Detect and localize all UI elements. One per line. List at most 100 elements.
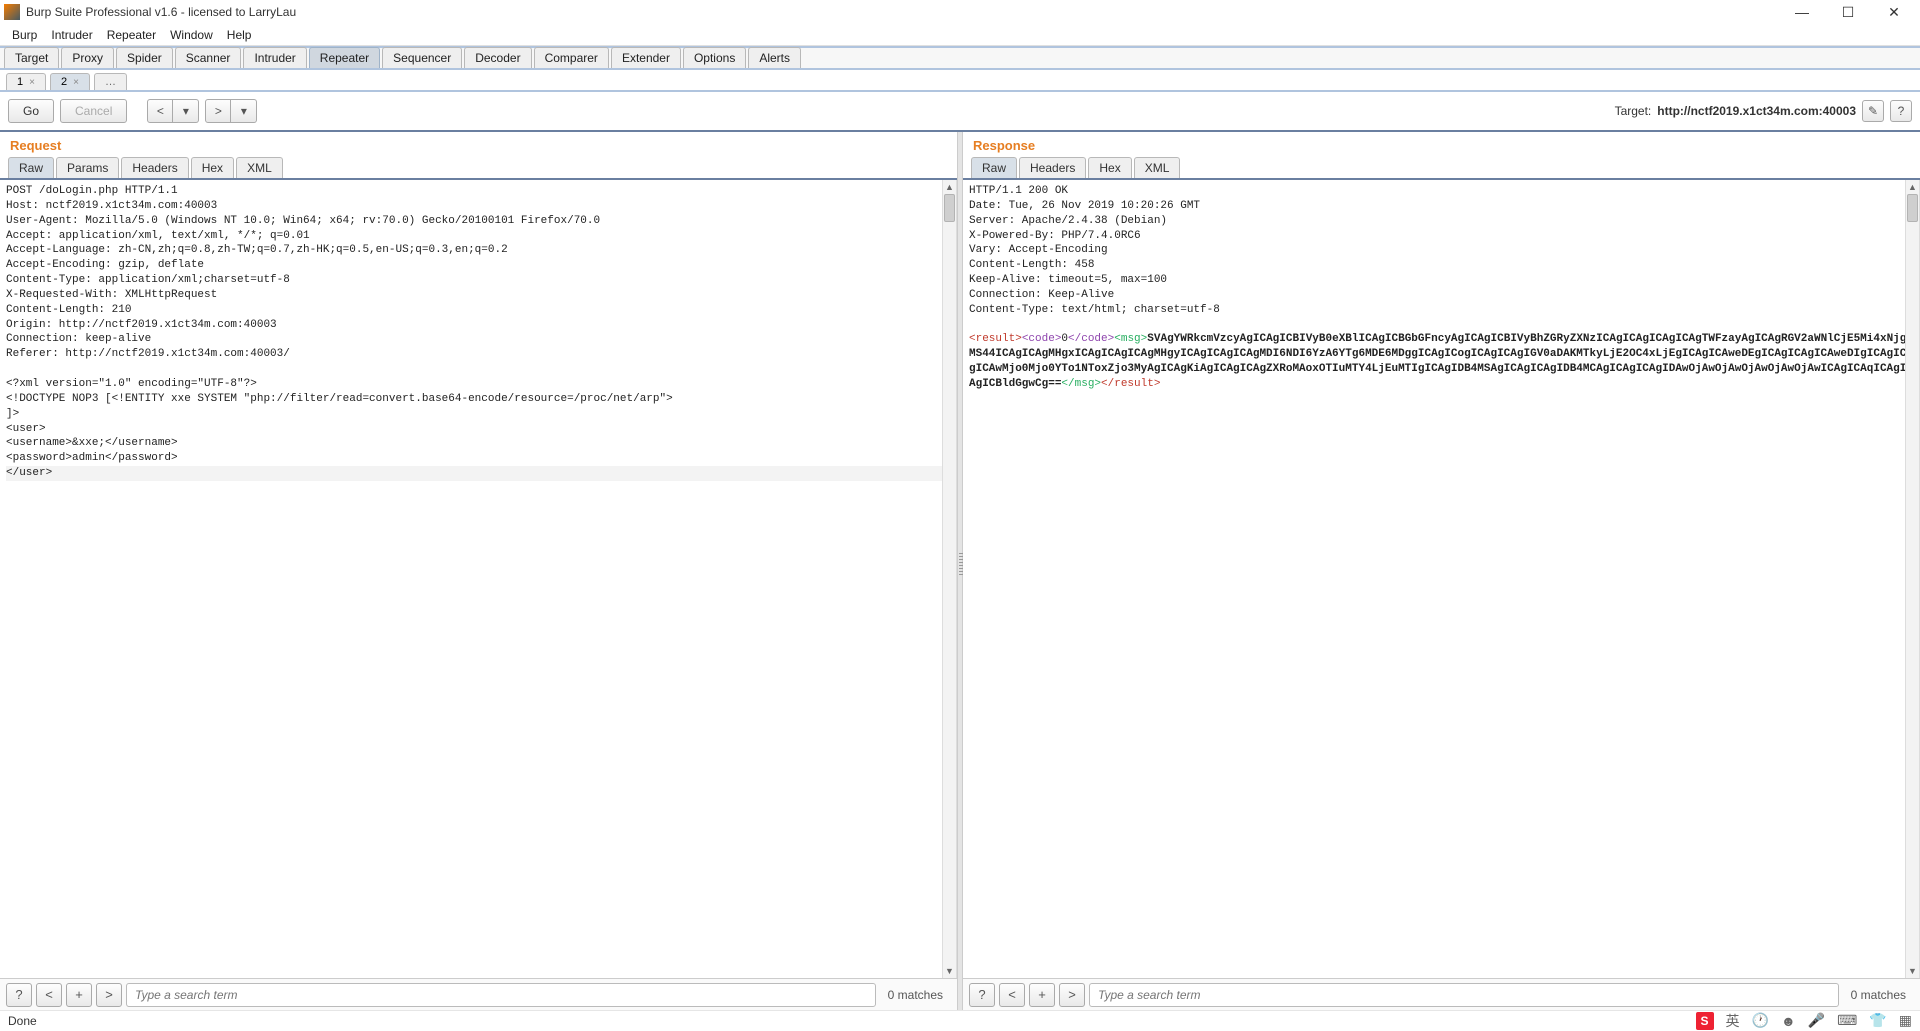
window-title: Burp Suite Professional v1.6 - licensed … (26, 5, 1788, 19)
response-editor[interactable]: HTTP/1.1 200 OKDate: Tue, 26 Nov 2019 10… (963, 180, 1919, 396)
close-icon[interactable]: × (29, 77, 35, 88)
tab-target[interactable]: Target (4, 47, 59, 68)
tray-icon[interactable]: ▦ (1899, 1012, 1912, 1029)
response-search-help[interactable]: ? (969, 983, 995, 1007)
tray-icon[interactable]: ☻ (1781, 1013, 1796, 1029)
response-pane: Response Raw Headers Hex XML HTTP/1.1 20… (963, 132, 1920, 1010)
request-pane: Request Raw Params Headers Hex XML POST … (0, 132, 957, 1010)
tab-extender[interactable]: Extender (611, 47, 681, 68)
repeater-tab-2-label: 2 (61, 76, 67, 88)
tray-icon[interactable]: 🕐 (1752, 1012, 1769, 1029)
sogou-ime-icon[interactable]: S (1696, 1012, 1714, 1030)
tab-decoder[interactable]: Decoder (464, 47, 531, 68)
system-tray: S 英 🕐 ☻ 🎤 ⌨ 👕 ▦ (1696, 1011, 1913, 1031)
response-tab-hex[interactable]: Hex (1088, 157, 1131, 178)
response-scrollbar[interactable]: ▲ ▼ (1905, 180, 1919, 978)
status-text: Done (8, 1014, 37, 1028)
minimize-button[interactable]: — (1788, 2, 1816, 22)
response-match-count: 0 matches (1843, 988, 1914, 1002)
ime-lang[interactable]: 英 (1726, 1011, 1740, 1031)
request-search-prev[interactable]: < (36, 983, 62, 1007)
menu-help[interactable]: Help (221, 26, 258, 44)
response-editor-wrap: HTTP/1.1 200 OKDate: Tue, 26 Nov 2019 10… (963, 180, 1920, 978)
title-bar: Burp Suite Professional v1.6 - licensed … (0, 0, 1920, 24)
tab-spider[interactable]: Spider (116, 47, 173, 68)
tab-comparer[interactable]: Comparer (534, 47, 609, 68)
help-button[interactable]: ? (1890, 100, 1912, 122)
menu-window[interactable]: Window (164, 26, 219, 44)
menu-bar: Burp Intruder Repeater Window Help (0, 24, 1920, 46)
target-display: Target: http://nctf2019.x1ct34m.com:4000… (1615, 100, 1912, 122)
go-button[interactable]: Go (8, 99, 54, 123)
response-search-add[interactable]: + (1029, 983, 1055, 1007)
request-view-tabs: Raw Params Headers Hex XML (0, 157, 957, 180)
response-title: Response (963, 132, 1920, 157)
history-forward-button[interactable]: > (205, 99, 231, 123)
request-tab-hex[interactable]: Hex (191, 157, 234, 178)
main-tab-bar: Target Proxy Spider Scanner Intruder Rep… (0, 46, 1920, 70)
scroll-down-icon[interactable]: ▼ (1906, 964, 1919, 978)
history-back-group: < ▾ (147, 99, 199, 123)
tray-icon[interactable]: 🎤 (1808, 1012, 1825, 1029)
request-search-row: ? < + > 0 matches (0, 978, 957, 1010)
request-tab-params[interactable]: Params (56, 157, 119, 178)
request-tab-xml[interactable]: XML (236, 157, 283, 178)
repeater-toolbar: Go Cancel < ▾ > ▾ Target: http://nctf201… (0, 92, 1920, 132)
scroll-thumb[interactable] (1907, 194, 1918, 222)
response-search-input[interactable] (1089, 983, 1839, 1007)
scroll-up-icon[interactable]: ▲ (943, 180, 956, 194)
request-search-help[interactable]: ? (6, 983, 32, 1007)
menu-repeater[interactable]: Repeater (101, 26, 162, 44)
scroll-thumb[interactable] (944, 194, 955, 222)
repeater-tab-2[interactable]: 2× (50, 73, 90, 90)
request-search-add[interactable]: + (66, 983, 92, 1007)
repeater-tab-1-label: 1 (17, 76, 23, 88)
request-scrollbar[interactable]: ▲ ▼ (942, 180, 956, 978)
tab-scanner[interactable]: Scanner (175, 47, 242, 68)
edit-target-button[interactable]: ✎ (1862, 100, 1884, 122)
tab-sequencer[interactable]: Sequencer (382, 47, 462, 68)
response-tab-headers[interactable]: Headers (1019, 157, 1086, 178)
maximize-button[interactable]: ☐ (1834, 2, 1862, 22)
menu-intruder[interactable]: Intruder (45, 26, 98, 44)
response-tab-raw[interactable]: Raw (971, 157, 1017, 178)
tab-intruder[interactable]: Intruder (243, 47, 306, 68)
split-pane: Request Raw Params Headers Hex XML POST … (0, 132, 1920, 1010)
history-forward-group: > ▾ (205, 99, 257, 123)
repeater-tab-1[interactable]: 1× (6, 73, 46, 90)
menu-burp[interactable]: Burp (6, 26, 43, 44)
close-icon[interactable]: × (73, 77, 79, 88)
repeater-tab-new[interactable]: … (94, 73, 127, 90)
scroll-up-icon[interactable]: ▲ (1906, 180, 1919, 194)
tab-proxy[interactable]: Proxy (61, 47, 114, 68)
tab-repeater[interactable]: Repeater (309, 47, 380, 68)
scroll-down-icon[interactable]: ▼ (943, 964, 956, 978)
repeater-tab-bar: 1× 2× … (0, 70, 1920, 92)
request-title: Request (0, 132, 957, 157)
tab-alerts[interactable]: Alerts (748, 47, 801, 68)
target-value: http://nctf2019.x1ct34m.com:40003 (1657, 104, 1856, 118)
tab-options[interactable]: Options (683, 47, 746, 68)
request-editor[interactable]: POST /doLogin.php HTTP/1.1Host: nctf2019… (0, 180, 956, 485)
tray-icon[interactable]: ⌨ (1837, 1012, 1857, 1029)
request-search-input[interactable] (126, 983, 876, 1007)
request-search-next[interactable]: > (96, 983, 122, 1007)
response-view-tabs: Raw Headers Hex XML (963, 157, 1920, 180)
request-tab-raw[interactable]: Raw (8, 157, 54, 178)
cancel-button[interactable]: Cancel (60, 99, 127, 123)
target-label: Target: (1615, 104, 1652, 118)
app-icon (4, 4, 20, 20)
window-controls: — ☐ ✕ (1788, 2, 1916, 22)
history-forward-menu[interactable]: ▾ (231, 99, 257, 123)
response-search-row: ? < + > 0 matches (963, 978, 1920, 1010)
request-tab-headers[interactable]: Headers (121, 157, 188, 178)
history-back-menu[interactable]: ▾ (173, 99, 199, 123)
tray-icon[interactable]: 👕 (1869, 1012, 1886, 1029)
response-search-next[interactable]: > (1059, 983, 1085, 1007)
close-button[interactable]: ✕ (1880, 2, 1908, 22)
history-back-button[interactable]: < (147, 99, 173, 123)
response-search-prev[interactable]: < (999, 983, 1025, 1007)
response-tab-xml[interactable]: XML (1134, 157, 1181, 178)
request-match-count: 0 matches (880, 988, 951, 1002)
status-bar: Done S 英 🕐 ☻ 🎤 ⌨ 👕 ▦ (0, 1010, 1920, 1030)
